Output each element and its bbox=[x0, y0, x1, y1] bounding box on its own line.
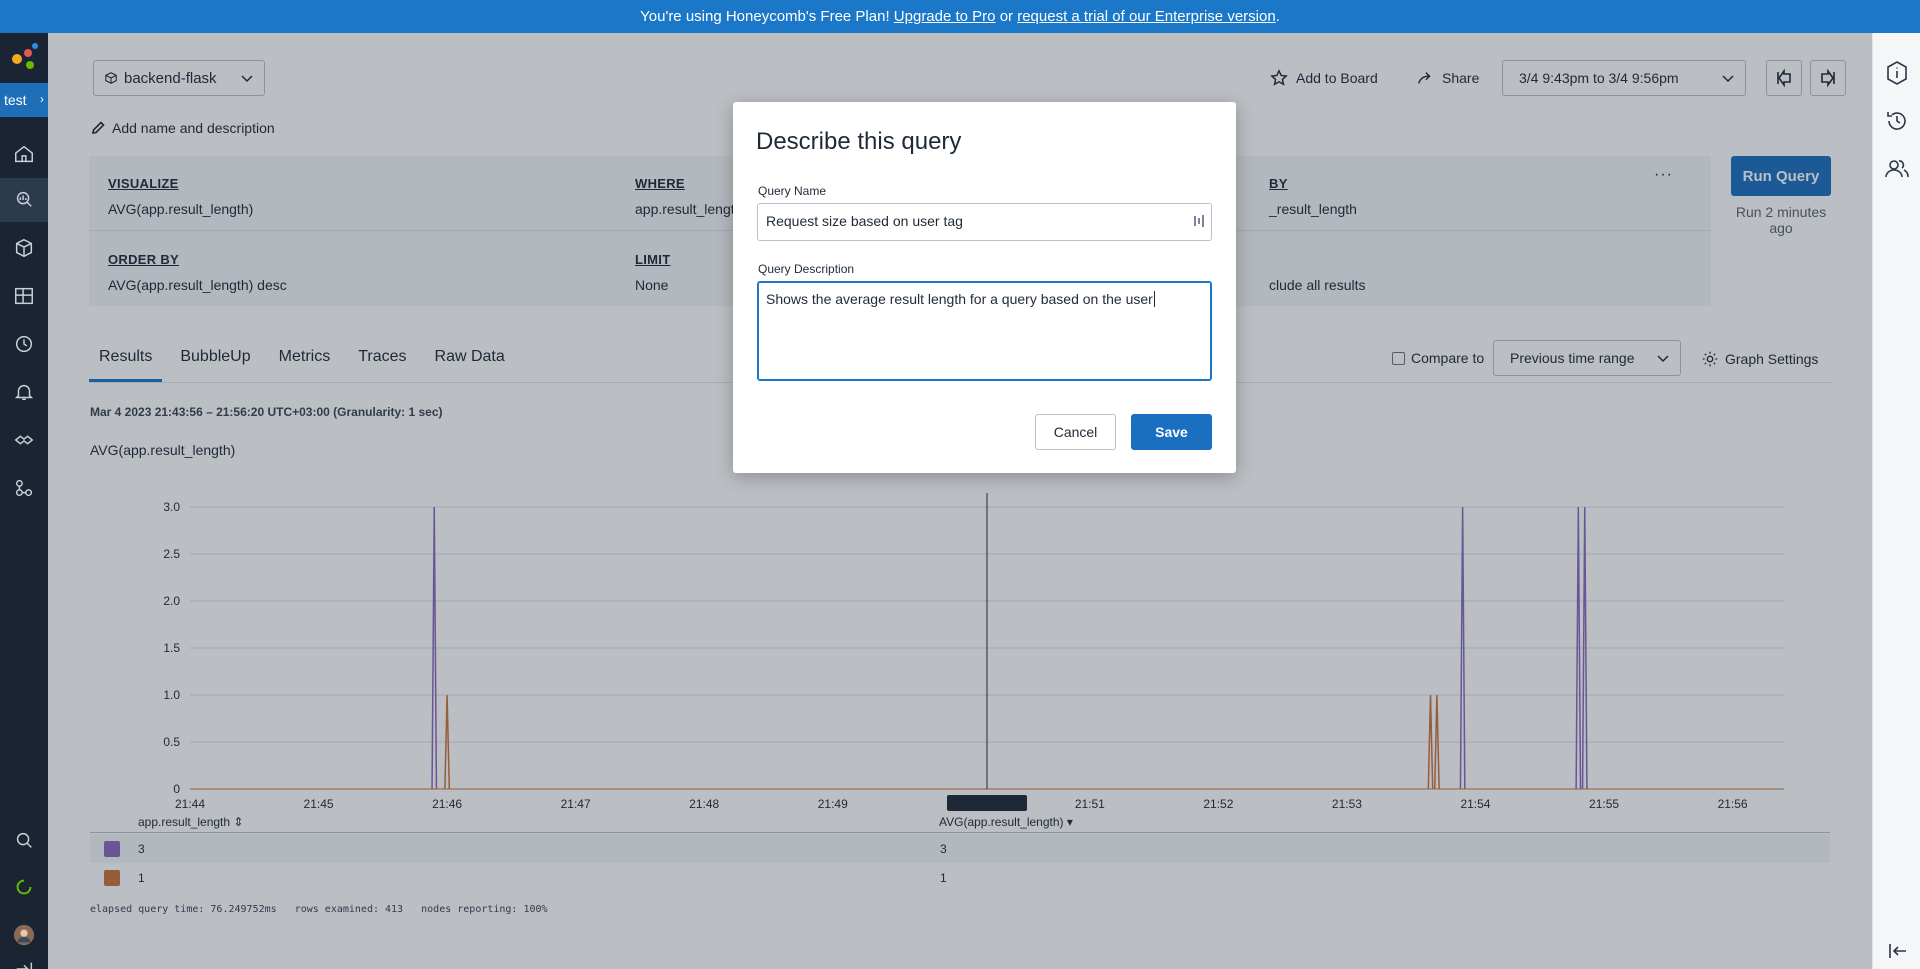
status-icon[interactable] bbox=[0, 865, 48, 909]
triggers-icon[interactable] bbox=[0, 370, 48, 414]
describe-query-modal: Describe this query Query Name Request s… bbox=[733, 102, 1236, 473]
cancel-button[interactable]: Cancel bbox=[1035, 414, 1116, 450]
environment-selector[interactable]: test › bbox=[0, 83, 48, 117]
right-nav bbox=[1872, 33, 1920, 969]
query-description-value: Shows the average result length for a qu… bbox=[766, 291, 1153, 307]
text-cursor bbox=[1153, 291, 1155, 307]
info-icon[interactable] bbox=[1873, 51, 1920, 95]
trial-link[interactable]: request a trial of our Enterprise versio… bbox=[1017, 8, 1275, 25]
banner-text-middle: or bbox=[995, 8, 1018, 25]
password-manager-icon[interactable] bbox=[1193, 214, 1205, 228]
chevron-right-icon: › bbox=[40, 92, 44, 106]
query-name-label: Query Name bbox=[758, 184, 827, 198]
expand-nav-icon[interactable] bbox=[0, 953, 48, 969]
query-icon[interactable] bbox=[0, 178, 48, 222]
upgrade-link[interactable]: Upgrade to Pro bbox=[894, 8, 996, 25]
team-icon[interactable] bbox=[1873, 147, 1920, 191]
service-map-icon[interactable] bbox=[0, 418, 48, 462]
query-description-label: Query Description bbox=[758, 262, 855, 276]
collapse-panel-icon[interactable] bbox=[1873, 929, 1920, 969]
query-name-value: Request size based on user tag bbox=[766, 213, 963, 229]
search-icon[interactable] bbox=[0, 818, 48, 862]
modal-title: Describe this query bbox=[756, 128, 962, 155]
query-name-input[interactable]: Request size based on user tag bbox=[757, 203, 1212, 241]
banner-text-suffix: . bbox=[1275, 8, 1280, 25]
settings-icon[interactable] bbox=[0, 466, 48, 510]
environment-name: test bbox=[4, 92, 27, 108]
banner-text-prefix: You're using Honeycomb's Free Plan! bbox=[640, 8, 894, 25]
avatar[interactable] bbox=[0, 913, 48, 957]
history-icon[interactable] bbox=[0, 322, 48, 366]
save-button[interactable]: Save bbox=[1131, 414, 1212, 450]
honeycomb-logo[interactable] bbox=[8, 41, 40, 73]
query-description-input[interactable]: Shows the average result length for a qu… bbox=[757, 281, 1212, 381]
history-icon[interactable] bbox=[1873, 99, 1920, 143]
plan-banner: You're using Honeycomb's Free Plan! Upgr… bbox=[0, 0, 1920, 33]
left-nav: test › bbox=[0, 33, 48, 969]
home-icon[interactable] bbox=[0, 132, 48, 176]
boards-icon[interactable] bbox=[0, 274, 48, 318]
datasets-icon[interactable] bbox=[0, 226, 48, 270]
